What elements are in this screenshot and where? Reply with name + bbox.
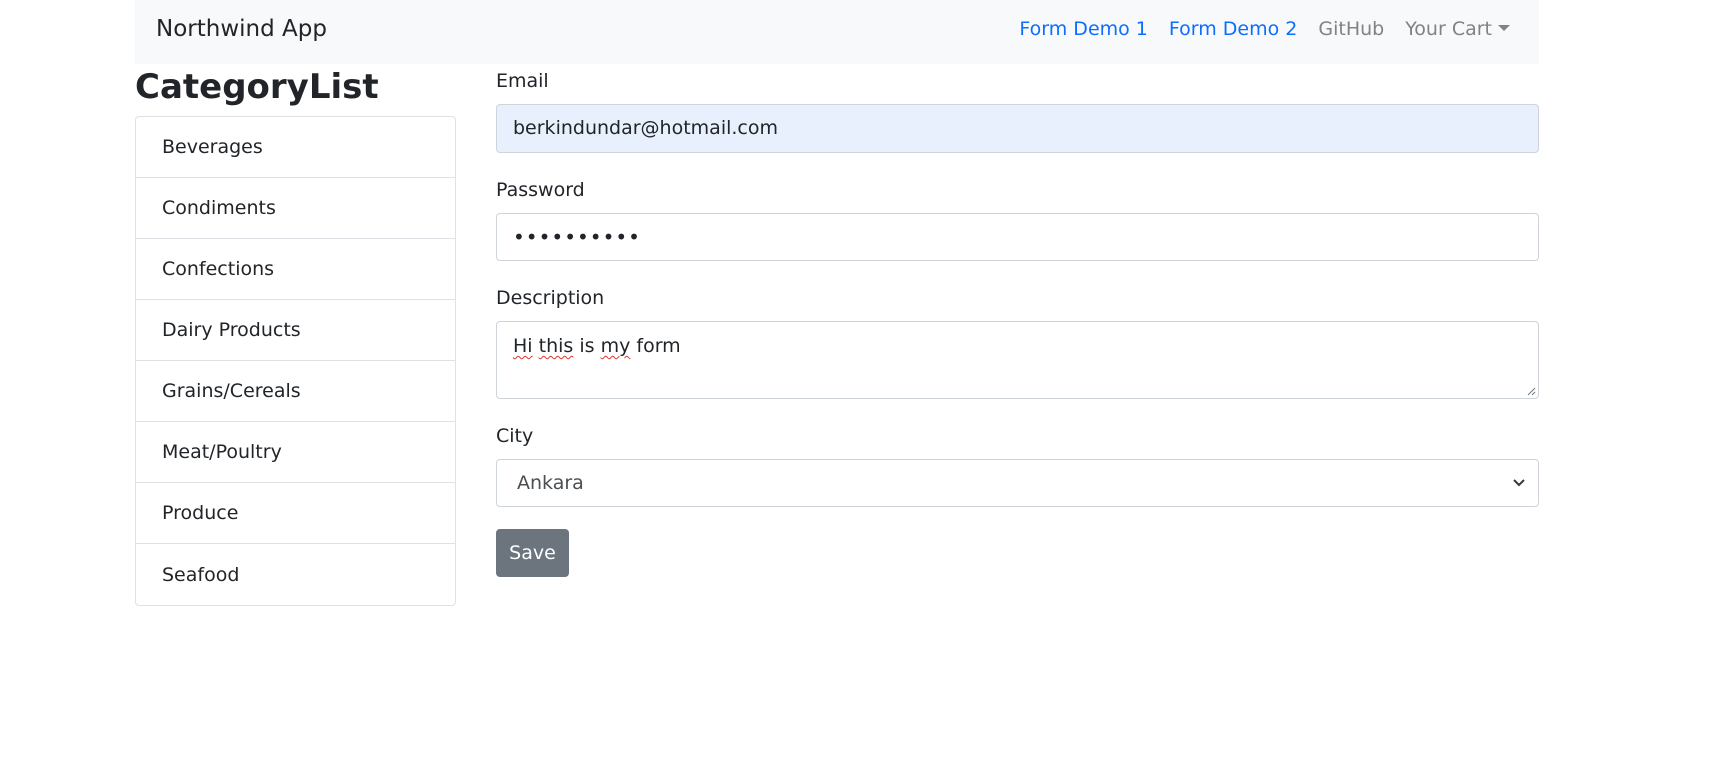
- save-button[interactable]: Save: [496, 529, 569, 577]
- city-select[interactable]: Ankara: [496, 459, 1539, 507]
- description-label: Description: [496, 287, 605, 309]
- category-item-grains-cereals[interactable]: Grains/Cereals: [136, 361, 455, 422]
- caret-down-icon: [1498, 25, 1510, 31]
- category-item-condiments[interactable]: Condiments: [136, 178, 455, 239]
- description-textarea[interactable]: Hi this is my form: [496, 321, 1539, 399]
- category-item-seafood[interactable]: Seafood: [136, 544, 455, 605]
- description-value: Hi this is my form: [513, 333, 681, 359]
- category-item-produce[interactable]: Produce: [136, 483, 455, 544]
- navbar: Northwind App Form Demo 1 Form Demo 2 Gi…: [135, 0, 1539, 64]
- category-item-dairy-products[interactable]: Dairy Products: [136, 300, 455, 361]
- word: form: [636, 335, 681, 357]
- category-item-beverages[interactable]: Beverages: [136, 117, 455, 178]
- misspelled-word: Hi: [513, 335, 533, 357]
- city-label: City: [496, 425, 534, 447]
- misspelled-word: my: [600, 335, 631, 357]
- category-list: Beverages Condiments Confections Dairy P…: [135, 116, 456, 606]
- password-value: ••••••••••: [513, 225, 641, 249]
- resize-grip-icon[interactable]: [1526, 386, 1536, 396]
- email-field[interactable]: berkindundar@hotmail.com: [496, 104, 1539, 153]
- category-list-title: CategoryList: [135, 67, 379, 107]
- word: is: [579, 335, 595, 357]
- brand-link[interactable]: Northwind App: [156, 14, 327, 44]
- cart-dropdown-toggle[interactable]: Your Cart: [1405, 16, 1510, 42]
- password-field[interactable]: ••••••••••: [496, 213, 1539, 261]
- category-item-confections[interactable]: Confections: [136, 239, 455, 300]
- nav-links: Form Demo 1 Form Demo 2 GitHub Your Cart: [1019, 16, 1510, 42]
- email-label: Email: [496, 70, 549, 92]
- nav-link-form-demo-2[interactable]: Form Demo 2: [1169, 16, 1297, 42]
- password-label: Password: [496, 179, 585, 201]
- city-selected-value: Ankara: [517, 472, 584, 494]
- nav-link-github[interactable]: GitHub: [1318, 16, 1384, 42]
- misspelled-word: this: [538, 335, 574, 357]
- email-value: berkindundar@hotmail.com: [513, 117, 778, 139]
- chevron-down-icon: [1513, 479, 1525, 487]
- nav-link-form-demo-1[interactable]: Form Demo 1: [1019, 16, 1147, 42]
- cart-dropdown-label: Your Cart: [1405, 18, 1492, 40]
- category-item-meat-poultry[interactable]: Meat/Poultry: [136, 422, 455, 483]
